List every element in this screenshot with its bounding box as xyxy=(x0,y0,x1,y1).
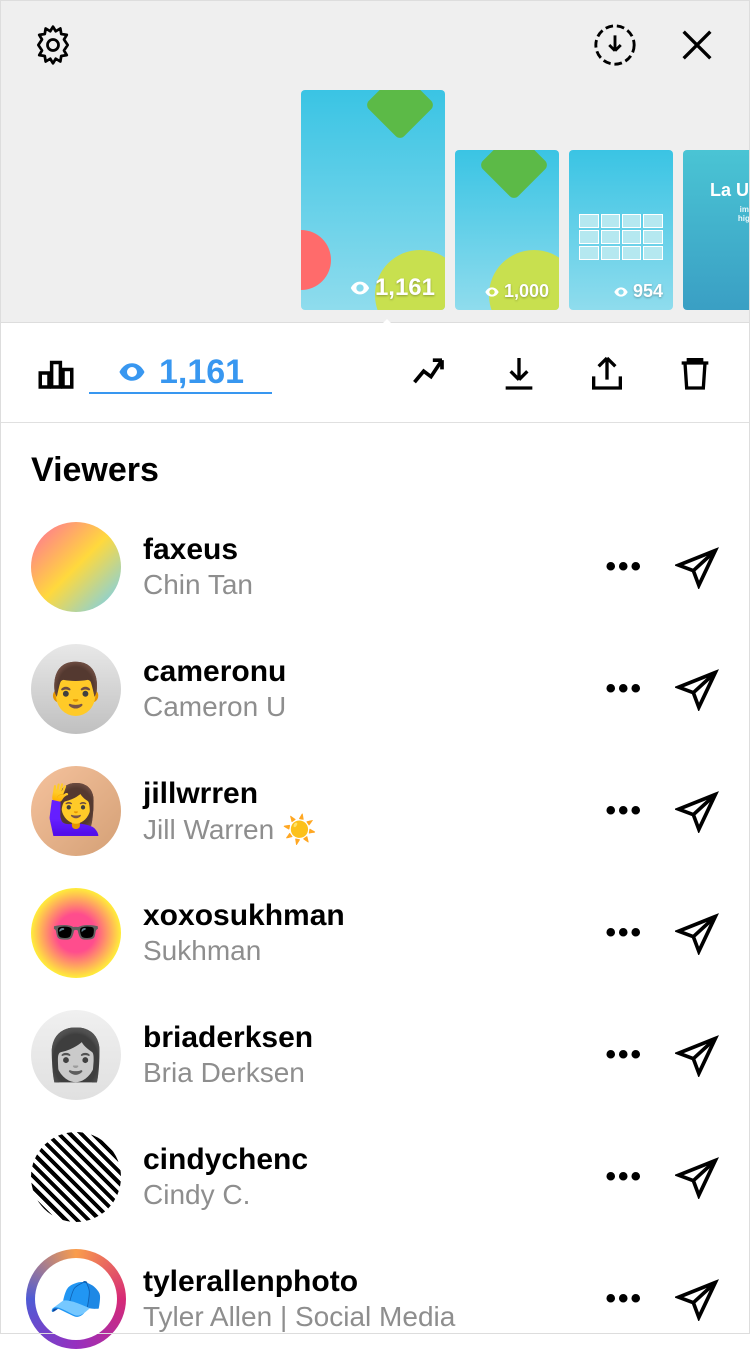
header-icons xyxy=(27,19,723,71)
download-icon[interactable] xyxy=(495,349,543,397)
viewer-count: 1,161 xyxy=(159,353,244,392)
viewer-fullname: Chin Tan xyxy=(143,569,583,601)
avatar[interactable] xyxy=(31,644,121,734)
viewer-username: jillwrren xyxy=(143,777,583,811)
story-thumb[interactable]: 954 xyxy=(569,150,673,310)
more-options-icon[interactable]: ••• xyxy=(605,1038,643,1072)
story-title-preview: La Unspimport edithighlight stin a mo xyxy=(710,180,749,232)
viewer-fullname: Cameron U xyxy=(143,691,583,723)
send-message-icon[interactable] xyxy=(675,789,719,833)
story-thumb[interactable]: La Unspimport edithighlight stin a mo xyxy=(683,150,749,310)
settings-icon[interactable] xyxy=(27,19,79,71)
viewer-row[interactable]: cindychenc Cindy C. ••• xyxy=(1,1116,749,1238)
save-to-highlights-icon[interactable] xyxy=(589,19,641,71)
tab-viewers-active[interactable]: 1,161 xyxy=(89,353,272,394)
send-message-icon[interactable] xyxy=(675,667,719,711)
viewer-username: tylerallenphoto xyxy=(143,1265,583,1299)
viewer-row[interactable]: briaderksen Bria Derksen ••• xyxy=(1,994,749,1116)
avatar[interactable] xyxy=(31,522,121,612)
story-view-count: 1,000 xyxy=(484,281,549,302)
send-message-icon[interactable] xyxy=(675,545,719,589)
viewer-fullname: Bria Derksen xyxy=(143,1057,583,1089)
promote-icon[interactable] xyxy=(407,349,455,397)
viewers-section-header: Viewers xyxy=(1,423,749,506)
viewer-fullname: Jill Warren ☀️ xyxy=(143,813,583,846)
viewer-row[interactable]: xoxosukhman Sukhman ••• xyxy=(1,872,749,994)
send-message-icon[interactable] xyxy=(675,1033,719,1077)
avatar[interactable] xyxy=(31,766,121,856)
avatar[interactable] xyxy=(31,1132,121,1222)
more-options-icon[interactable]: ••• xyxy=(605,794,643,828)
more-options-icon[interactable]: ••• xyxy=(605,916,643,950)
viewer-username: xoxosukhman xyxy=(143,899,583,933)
story-thumb-selected[interactable]: 1,161 xyxy=(301,90,445,310)
viewer-fullname: Cindy C. xyxy=(143,1179,583,1211)
send-message-icon[interactable] xyxy=(675,911,719,955)
viewer-row[interactable]: 🧢 tylerallenphoto Tyler Allen | Social M… xyxy=(1,1238,749,1360)
more-options-icon[interactable]: ••• xyxy=(605,672,643,706)
more-options-icon[interactable]: ••• xyxy=(605,1160,643,1194)
viewer-username: faxeus xyxy=(143,533,583,567)
more-options-icon[interactable]: ••• xyxy=(605,1282,643,1316)
share-icon[interactable] xyxy=(583,349,631,397)
viewer-row[interactable]: jillwrren Jill Warren ☀️ ••• xyxy=(1,750,749,872)
avatar-with-story-ring[interactable]: 🧢 xyxy=(31,1254,121,1344)
selected-pointer xyxy=(371,319,403,335)
tab-bar: 1,161 xyxy=(1,323,749,423)
viewer-row[interactable]: cameronu Cameron U ••• xyxy=(1,628,749,750)
stories-carousel[interactable]: 1,161 1,000 954 La Unspimport edithighli… xyxy=(1,90,749,310)
viewer-username: briaderksen xyxy=(143,1021,583,1055)
delete-icon[interactable] xyxy=(671,349,719,397)
viewer-row[interactable]: faxeus Chin Tan ••• xyxy=(1,506,749,628)
viewer-fullname: Sukhman xyxy=(143,935,583,967)
viewer-fullname: Tyler Allen | Social Media xyxy=(143,1301,583,1333)
story-view-count: 954 xyxy=(613,281,663,302)
more-options-icon[interactable]: ••• xyxy=(605,550,643,584)
story-header: 1,161 1,000 954 La Unspimport edithighli… xyxy=(1,1,749,323)
avatar[interactable] xyxy=(31,1010,121,1100)
close-icon[interactable] xyxy=(671,19,723,71)
tab-insights[interactable] xyxy=(31,348,81,398)
story-view-count: 1,161 xyxy=(349,274,435,302)
viewer-username: cindychenc xyxy=(143,1143,583,1177)
viewers-list: faxeus Chin Tan ••• cameronu Cameron U •… xyxy=(1,506,749,1360)
story-thumb[interactable]: 1,000 xyxy=(455,150,559,310)
send-message-icon[interactable] xyxy=(675,1155,719,1199)
viewer-username: cameronu xyxy=(143,655,583,689)
avatar[interactable] xyxy=(31,888,121,978)
send-message-icon[interactable] xyxy=(675,1277,719,1321)
